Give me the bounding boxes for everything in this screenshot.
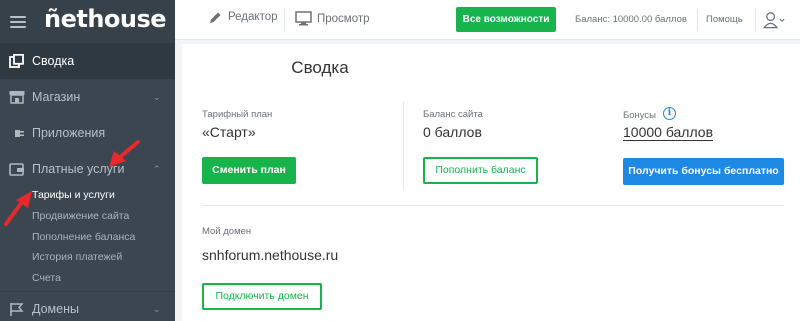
storefront-icon [9, 91, 25, 104]
sidebar: ñethouse Сводка Магазин ⌄ Приложения Пла… [0, 0, 175, 321]
sidebar-item-shop[interactable]: Магазин ⌄ [0, 79, 175, 115]
site-balance-value: 0 баллов [423, 124, 482, 140]
monitor-icon[interactable] [295, 11, 312, 26]
help-link[interactable]: Помощь [706, 14, 743, 25]
preview-link[interactable]: Просмотр [317, 13, 370, 25]
balance-text: Баланс: 10000.00 баллов [575, 14, 687, 25]
plug-icon [10, 130, 24, 137]
sidebar-subitem-invoices[interactable]: Счета [32, 272, 61, 284]
change-plan-button[interactable]: Сменить план [202, 157, 296, 184]
sidebar-subitem-payment-history[interactable]: История платежей [32, 251, 122, 263]
page-title: Сводка [291, 58, 349, 77]
topbar-divider [755, 9, 756, 31]
sidebar-item-label: Приложения [32, 126, 106, 140]
bonuses-label: Бонусы [623, 110, 656, 121]
pencil-icon[interactable] [208, 11, 222, 25]
editor-link[interactable]: Редактор [228, 11, 278, 23]
user-icon[interactable] [763, 9, 785, 31]
annotation-arrow-icon [4, 191, 32, 226]
topbar-divider [284, 9, 285, 31]
bonuses-value[interactable]: 10000 баллов [623, 124, 713, 140]
plan-value: «Старт» [202, 124, 256, 140]
section-divider [202, 205, 784, 206]
column-divider [403, 102, 404, 190]
connect-domain-button[interactable]: Подключить домен [202, 283, 322, 310]
sidebar-item-paid-services[interactable]: Платные услуги ⌃ [0, 151, 175, 187]
annotation-arrow-icon [109, 140, 140, 167]
sidebar-item-domains[interactable]: Домены ⌄ [0, 291, 175, 321]
logo[interactable]: ñethouse [44, 5, 167, 33]
sidebar-subitem-topup[interactable]: Пополнение баланса [32, 231, 135, 243]
top-bar: Редактор Просмотр Все возможности Баланс… [175, 0, 800, 40]
all-features-button[interactable]: Все возможности [456, 7, 556, 32]
chevron-up-icon: ⌃ [153, 164, 161, 174]
sidebar-item-label: Домены [32, 302, 79, 316]
sidebar-item-apps[interactable]: Приложения [0, 115, 175, 151]
info-icon[interactable]: i [663, 107, 676, 120]
domain-value: snhforum.nethouse.ru [202, 247, 339, 263]
plan-label: Тарифный план [202, 109, 273, 120]
sidebar-subitem-tariffs[interactable]: Тарифы и услуги [32, 189, 115, 201]
chevron-down-icon: ⌄ [153, 303, 161, 314]
chevron-down-icon: ⌄ [153, 91, 161, 102]
flag-icon [10, 303, 24, 316]
topbar-divider [697, 9, 698, 31]
menu-icon[interactable] [10, 16, 26, 28]
site-balance-label: Баланс сайта [423, 109, 483, 120]
sidebar-item-label: Магазин [32, 90, 81, 104]
sidebar-header: ñethouse [0, 0, 175, 44]
sidebar-subitem-promotion[interactable]: Продвижение сайта [32, 210, 129, 222]
get-free-bonuses-button[interactable]: Получить бонусы бесплатно [623, 158, 784, 185]
domain-label: Мой домен [202, 226, 252, 237]
top-up-balance-button[interactable]: Пополнить баланс [423, 157, 538, 184]
wallet-icon [9, 163, 24, 176]
